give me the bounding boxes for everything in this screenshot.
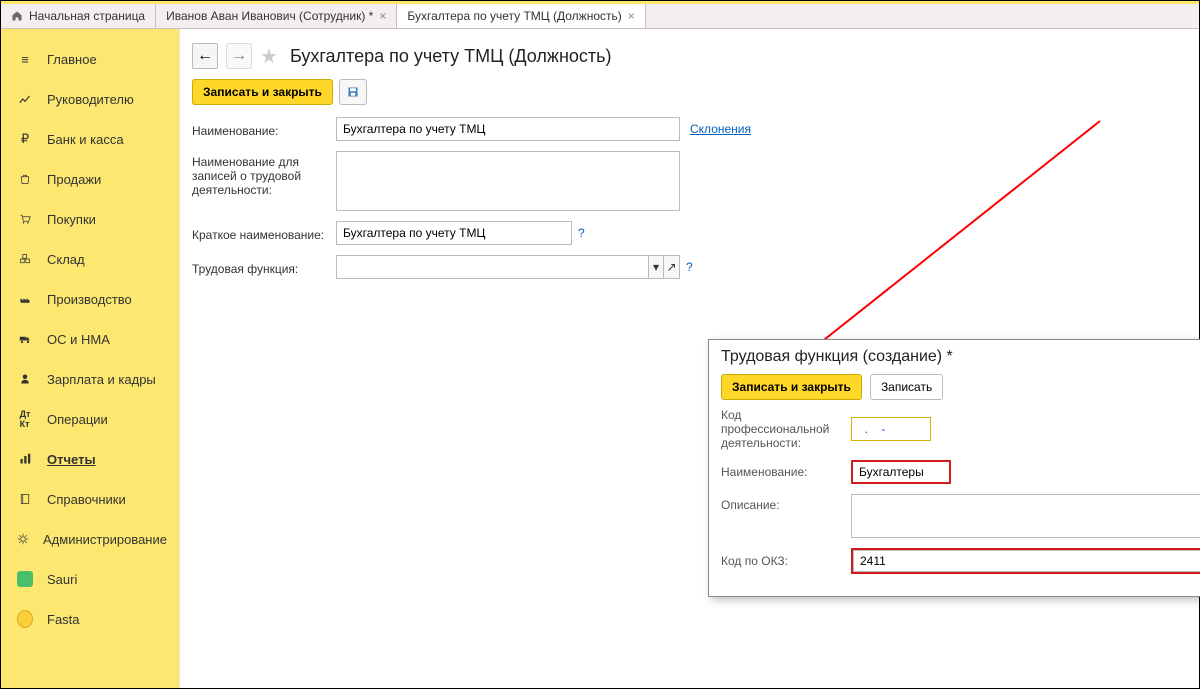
label-description: Описание: xyxy=(721,494,851,512)
sidebar-item-admin[interactable]: Администрирование xyxy=(1,521,179,557)
main-content: ← → ★ Бухгалтера по учету ТМЦ (Должность… xyxy=(179,29,1199,688)
close-icon[interactable]: × xyxy=(628,9,635,23)
bars-icon xyxy=(17,451,33,467)
sidebar-item-manager[interactable]: Руководителю xyxy=(1,81,179,117)
truck-icon xyxy=(17,331,33,347)
nav-forward-button[interactable]: → xyxy=(226,43,252,69)
boxes-icon xyxy=(17,251,33,267)
sidebar-item-reports[interactable]: Отчеты xyxy=(1,441,179,477)
home-icon xyxy=(11,10,23,22)
labor-function-input[interactable] xyxy=(336,255,648,279)
sidebar-item-assets[interactable]: ОС и НМА xyxy=(1,321,179,357)
sidebar-item-salary[interactable]: Зарплата и кадры xyxy=(1,361,179,397)
description-input[interactable] xyxy=(851,494,1200,538)
save-button[interactable] xyxy=(339,79,367,105)
tab-employee-label: Иванов Аван Иванович (Сотрудник) * xyxy=(166,9,373,23)
okz-code-input[interactable] xyxy=(853,550,1200,572)
page-title: Бухгалтера по учету ТМЦ (Должность) xyxy=(290,46,612,67)
tab-home-label: Начальная страница xyxy=(29,9,145,23)
name-input[interactable] xyxy=(336,117,680,141)
floppy-icon xyxy=(347,86,359,98)
label-labor-function: Трудовая функция: xyxy=(192,258,336,276)
label-okz-code: Код по ОКЗ: xyxy=(721,554,851,568)
tab-position-label: Бухгалтера по учету ТМЦ (Должность) xyxy=(407,9,621,23)
sidebar-item-fasta[interactable]: Fasta xyxy=(1,601,179,637)
label-dialog-name: Наименование: xyxy=(721,465,851,479)
cart-icon xyxy=(17,211,33,227)
declensions-link[interactable]: Склонения xyxy=(690,122,751,136)
bag-icon xyxy=(17,171,33,187)
fasta-icon xyxy=(17,611,33,627)
sidebar-item-bank[interactable]: ₽Банк и касса xyxy=(1,121,179,157)
label-prof-code: Код профессиональной деятельности: xyxy=(721,408,851,450)
sidebar-item-production[interactable]: Производство xyxy=(1,281,179,317)
nav-back-button[interactable]: ← xyxy=(192,43,218,69)
operations-icon: ДтКт xyxy=(17,411,33,427)
dropdown-button[interactable]: ▾ xyxy=(648,255,664,279)
menu-icon: ≡ xyxy=(17,51,33,67)
chart-icon xyxy=(17,91,33,107)
label-labor-name: Наименование для записей о трудовой деят… xyxy=(192,151,336,197)
person-icon xyxy=(17,371,33,387)
ruble-icon: ₽ xyxy=(17,131,33,147)
tab-position[interactable]: Бухгалтера по учету ТМЦ (Должность) × xyxy=(397,4,645,28)
sidebar-item-sauri[interactable]: Sauri xyxy=(1,561,179,597)
dialog-name-input[interactable] xyxy=(851,460,951,484)
prof-code-input[interactable] xyxy=(851,417,931,441)
open-button[interactable]: ↗ xyxy=(664,255,680,279)
save-close-button[interactable]: Записать и закрыть xyxy=(192,79,333,105)
gear-icon xyxy=(17,531,29,547)
sidebar-item-warehouse[interactable]: Склад xyxy=(1,241,179,277)
labor-name-input[interactable] xyxy=(336,151,680,211)
sidebar: ≡Главное Руководителю ₽Банк и касса Прод… xyxy=(1,29,179,688)
sidebar-item-operations[interactable]: ДтКтОперации xyxy=(1,401,179,437)
short-name-input[interactable] xyxy=(336,221,572,245)
dialog-title: Трудовая функция (создание) * xyxy=(721,348,953,366)
dialog-save-close-button[interactable]: Записать и закрыть xyxy=(721,374,862,400)
tab-employee[interactable]: Иванов Аван Иванович (Сотрудник) * × xyxy=(156,4,397,28)
sidebar-item-directories[interactable]: Справочники xyxy=(1,481,179,517)
labor-function-dialog: Трудовая функция (создание) * ⋮ ▢ ✕ Запи… xyxy=(708,339,1200,597)
sidebar-item-purchases[interactable]: Покупки xyxy=(1,201,179,237)
label-name: Наименование: xyxy=(192,120,336,138)
help-icon[interactable]: ? xyxy=(686,260,693,274)
tab-home[interactable]: Начальная страница xyxy=(1,4,156,28)
factory-icon xyxy=(17,291,33,307)
sidebar-item-sales[interactable]: Продажи xyxy=(1,161,179,197)
dialog-save-button[interactable]: Записать xyxy=(870,374,943,400)
star-icon[interactable]: ★ xyxy=(260,44,278,69)
book-icon xyxy=(17,491,33,507)
label-short-name: Краткое наименование: xyxy=(192,224,336,242)
sidebar-item-main[interactable]: ≡Главное xyxy=(1,41,179,77)
tabs-bar: Начальная страница Иванов Аван Иванович … xyxy=(1,4,1199,28)
help-icon[interactable]: ? xyxy=(578,226,585,240)
sauri-icon xyxy=(17,571,33,587)
close-icon[interactable]: × xyxy=(379,9,386,23)
